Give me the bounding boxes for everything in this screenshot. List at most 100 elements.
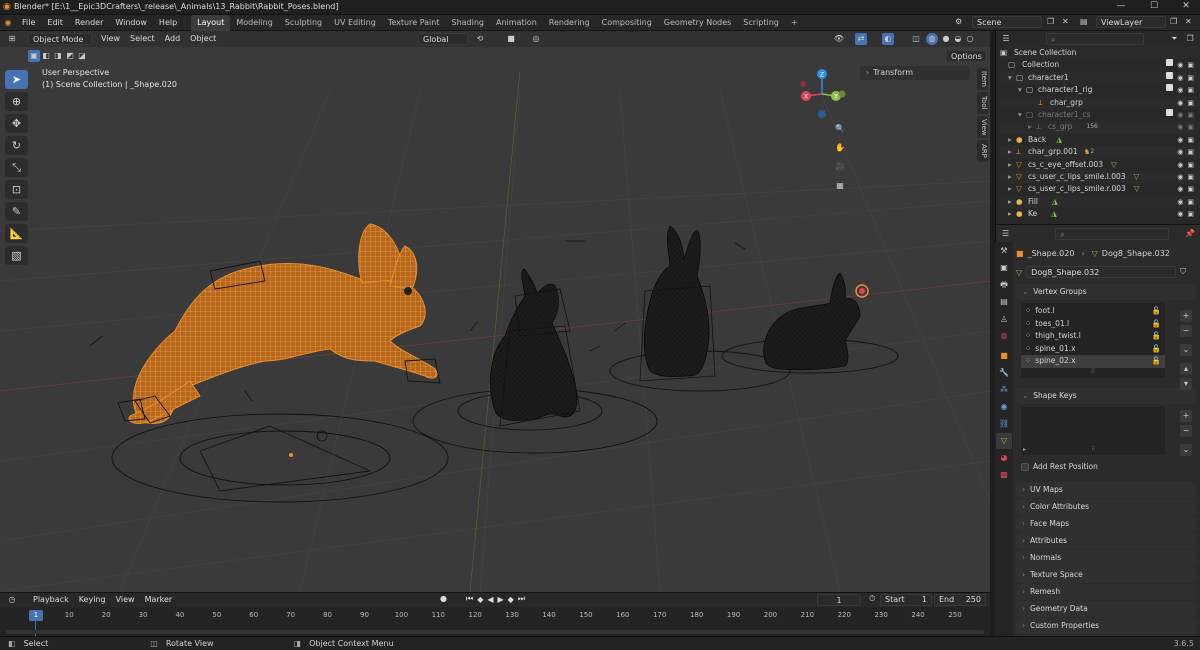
object-tab-icon[interactable]: ■ [996,348,1012,364]
chevron-down-icon[interactable]: ▾ [1018,109,1026,121]
camera-render-icon[interactable]: ▣ [1187,72,1194,84]
timeline-menu-keying[interactable]: Keying [74,593,111,607]
list-item[interactable]: ⁘ toes_01.l 🔓 [1021,318,1165,331]
eye-icon[interactable]: ◉ [1177,97,1183,109]
next-keyframe-icon[interactable]: ◆ [508,595,514,604]
outliner-search-input[interactable]: ⌕ [1045,33,1145,45]
proportional-edit-icon[interactable]: ◎ [530,33,542,45]
sidebar-tab-item[interactable]: Item [977,68,988,90]
chevron-right-icon[interactable]: ▸ [1028,121,1036,133]
chevron-down-icon[interactable]: ⌄ [1180,444,1192,456]
pin-icon[interactable]: 📌 [1185,228,1196,240]
clock-icon[interactable]: ◷ [6,594,18,606]
custom-properties-panel-header[interactable]: › Custom Properties [1016,617,1196,634]
color-attributes-panel-header[interactable]: › Color Attributes [1016,498,1196,515]
properties-editor-icon[interactable]: ☰ [1000,228,1011,240]
outliner-row[interactable]: ▾ ▢ character1_rig ◉ ▣ [1000,84,1200,96]
outliner-row[interactable]: ▸ ● Back ◮ ◉ ▣ [1000,134,1200,146]
add-cube-tool-icon[interactable]: ▧ [5,246,28,265]
mesh-data-icon[interactable]: ▽ [1016,268,1022,277]
solid-shading-icon[interactable]: ● [940,33,952,45]
move-up-icon[interactable]: ▴ [1180,363,1192,375]
current-frame-field[interactable]: 1 [817,594,861,606]
uv-maps-panel-header[interactable]: › UV Maps [1016,481,1196,498]
menu-render[interactable]: Render [69,15,109,31]
list-item-selected[interactable]: ⁘ spine_02.x 🔓 [1021,355,1165,368]
camera-icon[interactable]: 🎥 [832,159,848,175]
outliner-row[interactable]: ▸ ● Fill ◮ ◉ ▣ [1000,195,1200,209]
camera-render-icon[interactable]: ▣ [1187,159,1194,171]
vertex-groups-panel-header[interactable]: ⌄ Vertex Groups [1016,284,1196,300]
sidebar-tab-tool[interactable]: Tool [977,92,988,114]
eye-icon[interactable]: ◉ [1177,72,1183,84]
camera-render-icon[interactable]: ▣ [1187,146,1194,158]
tab-layout[interactable]: Layout [191,14,231,31]
eye-icon[interactable]: ◉ [1177,183,1183,195]
add-workspace-button[interactable]: + [785,15,804,31]
cursor-tool-icon[interactable]: ⊕ [5,92,28,111]
overlays-toggle-icon[interactable]: ◐ [882,33,894,45]
timeline-menu-playback[interactable]: Playback [28,593,74,607]
outliner-row-scene-collection[interactable]: ▣ Scene Collection [1000,47,1200,60]
outliner-row[interactable]: ▸ ● Ke ◮ ◉ ▣ [1000,208,1200,220]
menu-window[interactable]: Window [109,15,153,31]
camera-render-icon[interactable]: ▣ [1187,134,1194,146]
mesh-data-name-field[interactable]: Dog8_Shape.032 [1026,266,1177,278]
outliner-row[interactable]: ▸ ▽ cs_user_c_lips_smile.l.003 ▽ ◉ ▣ [1000,170,1200,184]
view-layer-tab-icon[interactable]: ▤ [996,294,1012,310]
timeline-menu-view[interactable]: View [111,593,140,607]
eye-icon[interactable]: ◉ [1177,171,1183,183]
jump-end-icon[interactable]: ⏭ [518,594,525,604]
shape-keys-list[interactable]: ▸ ⠿ [1021,406,1165,455]
filter-toggle-icon[interactable]: ▸ [1023,446,1026,453]
select-box-tool-icon[interactable]: ➤ [5,70,28,89]
list-resize-handle[interactable]: ⠿ [1091,446,1095,453]
add-shape-key-button[interactable]: + [1180,410,1192,422]
filter-icon[interactable]: ⏷ [1168,33,1180,45]
chevron-right-icon[interactable]: ▸ [1008,183,1016,195]
play-icon[interactable]: ▶ [498,595,504,604]
chevron-right-icon[interactable]: ▸ [1008,196,1016,208]
prev-keyframe-icon[interactable]: ◆ [477,595,483,604]
camera-render-icon[interactable]: ▣ [1187,121,1194,133]
transform-orientation-selector[interactable]: Global [418,33,468,45]
normals-panel-header[interactable]: › Normals [1016,549,1196,566]
camera-render-icon[interactable]: ▣ [1187,97,1194,109]
viewport-menu-add[interactable]: Add [160,31,186,47]
scale-tool-icon[interactable]: ⤡ [5,158,28,177]
lock-icon[interactable]: 🔓 [1152,318,1161,331]
select-extend-icon[interactable]: ◧ [40,50,52,62]
object-mode-selector[interactable]: Object Mode [28,33,92,45]
scene-selector[interactable]: Scene [972,16,1042,28]
lock-icon[interactable]: 🔓 [1152,330,1161,343]
add-rest-position-row[interactable]: Add Rest Position [1021,460,1196,474]
lock-icon[interactable]: 🔓 [1152,343,1161,356]
jump-start-icon[interactable]: ⏮ [466,594,473,604]
face-maps-panel-header[interactable]: › Face Maps [1016,515,1196,532]
outliner-row[interactable]: ▾ ▢ character1 ◉ ▣ [1000,71,1200,85]
tab-compositing[interactable]: Compositing [596,15,658,31]
perspective-grid-icon[interactable]: ▦ [832,178,848,194]
stopwatch-icon[interactable]: ⏱ [869,594,875,604]
tab-rendering[interactable]: Rendering [543,15,596,31]
render-tab-icon[interactable]: ▣ [996,260,1012,276]
blender-menu-icon[interactable]: ◉ [0,18,16,27]
delete-view-layer-icon[interactable]: ✕ [1185,17,1192,26]
select-new-icon[interactable]: ▣ [28,50,40,62]
record-icon[interactable]: ● [440,594,447,603]
view-layer-selector[interactable]: ViewLayer [1096,16,1166,28]
scene-tab-icon[interactable]: ◬ [996,311,1012,327]
lock-icon[interactable]: 🔓 [1152,305,1161,318]
chevron-right-icon[interactable]: ▸ [1008,208,1016,220]
eye-icon[interactable]: ◉ [1177,59,1183,71]
tab-scripting[interactable]: Scripting [737,15,785,31]
move-down-icon[interactable]: ▾ [1180,378,1192,390]
editor-type-icon[interactable]: ⊞ [6,33,18,45]
constraints-tab-icon[interactable]: ⛓ [996,416,1012,432]
menu-edit[interactable]: Edit [41,15,69,31]
end-frame-field[interactable]: End 250 [934,594,986,606]
exclude-checkbox[interactable] [1166,71,1174,79]
eye-icon[interactable]: ◉ [1177,121,1183,133]
output-tab-icon[interactable]: 🖶 [996,277,1012,293]
viewport-menu-object[interactable]: Object [185,31,221,47]
